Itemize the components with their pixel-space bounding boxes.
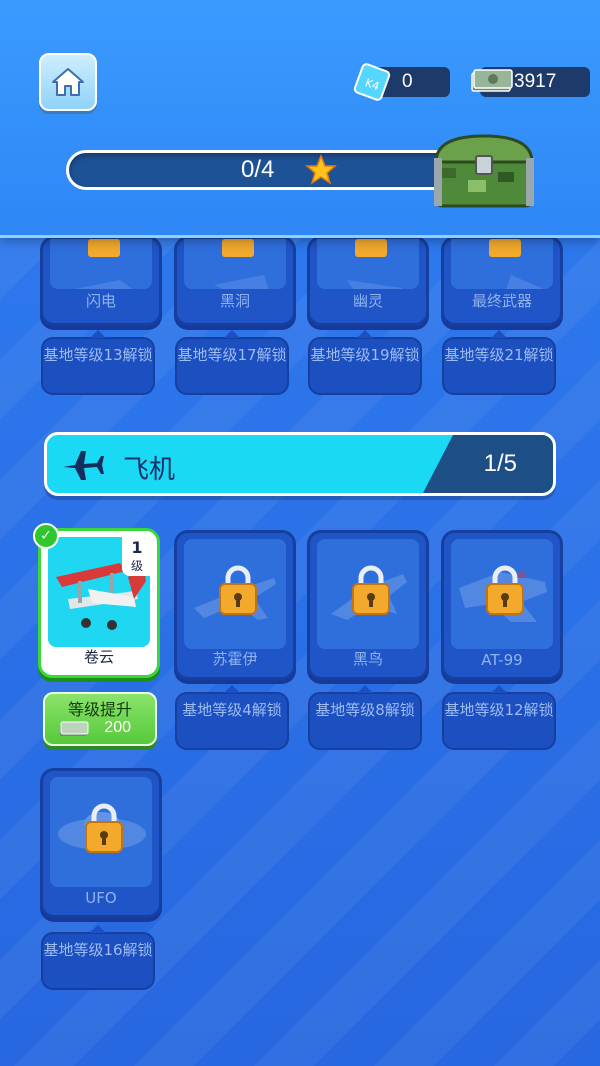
weapon-card-blackhole[interactable]: 黑洞 [174,236,296,326]
unlock-requirement: 基地等级17解锁 [175,330,289,395]
weapon-name: 幽灵 [352,292,383,310]
weapon-thumb [317,239,419,289]
unlock-requirement: 基地等级21解锁 [442,330,556,395]
star-progress-bar: 0/4 [66,150,466,190]
lock-icon [489,239,521,257]
category-title: 飞机 [123,455,176,485]
category-header-planes: 飞机 1/5 [44,432,556,496]
unlock-requirement: 基地等级4解锁 [175,685,289,750]
lock-icon [222,239,254,257]
lock-icon [88,239,120,257]
level-up-button[interactable]: 等级提升 200 [43,692,157,746]
plane-thumb [184,539,286,649]
weapon-thumb [184,239,286,289]
unlock-requirement: 基地等级12解锁 [442,685,556,750]
lock-icon [352,565,390,615]
cash-amount: 3917 [514,71,557,92]
plane-card-blackbird[interactable]: 黑鸟 [307,530,429,680]
weapon-thumb [50,239,152,289]
plane-name: UFO [85,889,117,907]
plane-card-at99[interactable]: AT-99 [441,530,563,680]
weapon-card-ultimate[interactable]: 最终武器 [441,236,563,326]
unlock-requirement: 基地等级19解锁 [308,330,422,395]
weapon-name: 最终武器 [471,292,532,310]
gem-amount: 0 [402,71,413,92]
home-button[interactable] [39,53,97,111]
cash-icon [471,69,513,92]
unlock-requirement: 基地等级13解锁 [41,330,155,395]
weapon-card-ghost[interactable]: 幽灵 [307,236,429,326]
plane-thumb [50,777,152,887]
lock-icon [85,803,123,853]
weapon-name: 闪电 [85,292,116,310]
unlock-requirement: 基地等级8解锁 [308,685,422,750]
plane-name: AT-99 [481,651,523,669]
airplane-icon [63,451,104,480]
lock-icon [219,565,257,615]
weapon-name: 黑洞 [219,292,250,310]
selected-check-icon: ✓ [33,523,59,549]
plane-card-ufo[interactable]: UFO [40,768,162,918]
level-badge: 1 级 [122,536,152,576]
level-number: 1 [131,538,143,557]
gem-counter: K4 0 [353,63,450,101]
level-up-cost: 200 [104,719,131,736]
level-up-label: 等级提升 [67,700,132,719]
plane-thumb [451,539,553,649]
weapon-card-lightning[interactable]: 闪电 [40,236,162,326]
lock-icon [355,239,387,257]
home-icon [52,68,84,96]
category-count: 1/5 [483,450,517,477]
level-unit: 级 [130,559,143,573]
gem-ticket-icon: K4 [353,63,391,101]
star-progress-text: 0/4 [241,156,275,183]
reward-chest-icon[interactable] [428,128,540,212]
plane-card-sukhoi[interactable]: 苏霍伊 [174,530,296,680]
cash-counter: 3917 [471,67,590,97]
lock-icon [486,565,524,615]
plane-name: 卷云 [83,648,114,666]
weapon-thumb [451,239,553,289]
plane-name: 黑鸟 [352,650,383,668]
top-header: K4 0 3917 0/4 [0,0,600,238]
plane-thumb [317,539,419,649]
cash-icon [60,721,89,736]
unlock-requirement: 基地等级16解锁 [41,925,155,990]
plane-card-cirrus[interactable]: 1 级 ✓ 卷云 [33,523,160,678]
star-icon [305,154,337,185]
plane-name: 苏霍伊 [212,650,258,668]
